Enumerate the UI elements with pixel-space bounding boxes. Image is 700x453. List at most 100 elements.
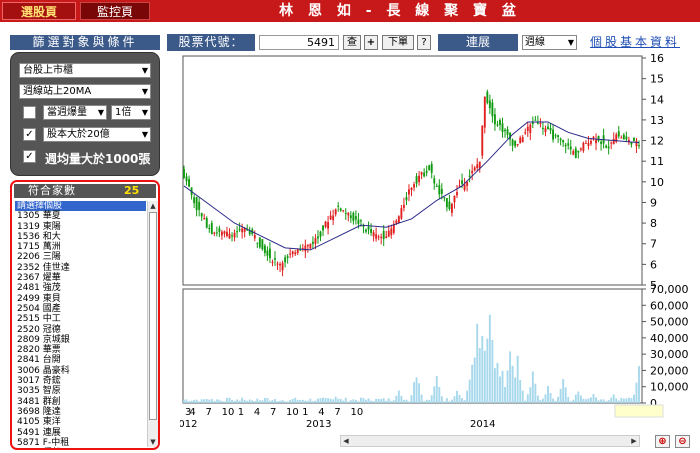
stock-list-item[interactable]: 1715 萬洲 — [15, 242, 146, 252]
stock-list-item[interactable]: 2352 佳世達 — [15, 263, 146, 273]
candle-body — [600, 141, 603, 144]
volume-bar — [372, 401, 375, 403]
candle-body — [359, 220, 362, 222]
stock-code-label: 股票代號： — [167, 34, 255, 51]
stock-list-item[interactable]: 1536 和大 — [15, 232, 146, 242]
volume-checkbox[interactable] — [23, 106, 36, 119]
volume-bar — [268, 400, 271, 403]
candle-body — [296, 249, 299, 253]
weekly-volume-checkbox[interactable]: ✓ — [23, 150, 36, 163]
candle-body — [291, 251, 294, 254]
ma-condition-select[interactable]: 週線站上20MA ▼ — [19, 84, 151, 99]
candle-body — [595, 139, 597, 144]
stock-chart[interactable]: 5 6 7 8 9 10 11 12 13 14 15 16 0 10,000 20,000 30,000 40… — [180, 53, 698, 433]
candle-body — [597, 135, 600, 141]
result-box: 符合家數 25 請選擇個股 1305 華夏 1319 東陽 1536 和大 1715 萬… — [10, 180, 160, 450]
zoom-in-icon[interactable]: ⊕ — [655, 435, 670, 448]
stock-list-item[interactable]: 1305 華夏 — [15, 211, 146, 221]
candle-body — [440, 189, 443, 194]
scroll-left-icon[interactable]: ◀ — [341, 436, 351, 446]
volume-bar — [539, 400, 542, 403]
add-button[interactable]: + — [364, 35, 378, 50]
market-select[interactable]: 台股上市櫃 ▼ — [19, 63, 151, 78]
stock-list-item[interactable]: 3017 奇鋐 — [15, 376, 146, 386]
stock-list[interactable]: 請選擇個股 1305 華夏 1319 東陽 1536 和大 1715 萬洲 2206 三陽… — [15, 201, 146, 449]
scroll-down-icon[interactable]: ▼ — [148, 437, 158, 447]
candle-body — [541, 127, 544, 129]
capital-select[interactable]: 股本大於20億 ▼ — [43, 127, 151, 142]
stock-list-item[interactable]: 2520 冠德 — [15, 325, 146, 335]
stock-list-item[interactable]: 2367 燿華 — [15, 273, 146, 283]
candle-body — [271, 261, 274, 263]
stock-code-input[interactable] — [259, 35, 339, 50]
stock-list-scrollbar[interactable]: ▲ ▼ — [147, 201, 158, 447]
candle-body — [210, 223, 213, 234]
volume-bar — [610, 397, 613, 403]
stock-list-item[interactable]: 2504 國產 — [15, 304, 146, 314]
stock-list-item[interactable]: 1319 東陽 — [15, 222, 146, 232]
help-button[interactable]: ? — [417, 35, 431, 50]
stock-list-item[interactable]: 3035 智原 — [15, 386, 146, 396]
stock-list-item[interactable]: 2841 台開 — [15, 355, 146, 365]
stock-list-item[interactable]: 6147 頎邦 — [15, 448, 146, 449]
volume-bar — [311, 401, 314, 403]
basic-info-link[interactable]: 個股基本資料 — [590, 34, 697, 51]
scroll-thumb[interactable] — [149, 212, 157, 420]
scroll-right-icon[interactable]: ▶ — [629, 436, 639, 446]
stock-list-item[interactable]: 2820 華票 — [15, 345, 146, 355]
volume-bar — [597, 400, 600, 403]
volume-bar — [529, 387, 532, 403]
zoom-out-icon[interactable]: ⊖ — [675, 435, 690, 448]
candle-body — [372, 232, 375, 237]
candle-body — [415, 176, 418, 184]
volume-bar — [286, 401, 289, 403]
price-tick-label: 8 — [650, 217, 657, 230]
volume-bar — [329, 398, 332, 403]
chart-toolbar: 股票代號： 查 + 下單 ? 連展 週線 ▼ 個股基本資料 — [167, 34, 697, 51]
candle-body — [577, 150, 580, 153]
volume-bar — [218, 399, 221, 403]
order-button[interactable]: 下單 — [382, 35, 414, 50]
capital-checkbox[interactable]: ✓ — [23, 128, 36, 141]
tab-stock-select[interactable]: 選股頁 — [2, 2, 76, 20]
candle-body — [463, 184, 466, 190]
stock-list-item[interactable]: 2481 強茂 — [15, 283, 146, 293]
query-button[interactable]: 查 — [343, 35, 361, 50]
volume-bar — [499, 376, 501, 403]
volume-bar — [236, 399, 239, 403]
chart-horizontal-scrollbar[interactable]: ◀ ▶ — [340, 435, 640, 447]
candle-body — [605, 145, 608, 148]
volume-bar — [223, 401, 226, 403]
scroll-up-icon[interactable]: ▲ — [148, 201, 158, 211]
candle-body — [559, 138, 562, 141]
volume-bar — [402, 399, 405, 403]
candle-body — [349, 215, 352, 219]
candle-body — [493, 114, 496, 125]
candle-body — [241, 228, 244, 233]
stock-list-item[interactable]: 2206 三陽 — [15, 252, 146, 262]
stock-list-item[interactable]: 2515 中工 — [15, 314, 146, 324]
cursor-info-box — [614, 404, 664, 418]
volume-select[interactable]: 當週爆量 ▼ — [43, 105, 107, 120]
period-select[interactable]: 週線 ▼ — [522, 35, 577, 50]
stock-list-item[interactable]: 請選擇個股 — [15, 201, 146, 212]
candle-body — [534, 119, 537, 121]
volume-bar — [577, 391, 580, 403]
stock-list-item[interactable]: 2809 京城銀 — [15, 335, 146, 345]
volume-bar — [423, 401, 426, 403]
x-month-label: 7 — [205, 407, 211, 418]
tab-monitor[interactable]: 監控頁 — [80, 2, 150, 20]
candle-body — [286, 256, 289, 258]
stock-list-item[interactable]: 3006 晶豪科 — [15, 366, 146, 376]
stock-list-item[interactable]: 3698 隆達 — [15, 407, 146, 417]
stock-list-item[interactable]: 5871 F-中租 — [15, 438, 146, 448]
volume-bar — [208, 399, 211, 403]
stock-list-item[interactable]: 3481 群創 — [15, 397, 146, 407]
stock-list-item[interactable]: 2499 東貝 — [15, 294, 146, 304]
volume-bar — [238, 400, 241, 403]
stock-list-item[interactable]: 4105 東洋 — [15, 417, 146, 427]
stock-list-item[interactable]: 5491 連展 — [15, 428, 146, 438]
volume-bar — [352, 399, 355, 403]
candle-body — [461, 180, 464, 184]
volume-multiple-select[interactable]: 1倍 ▼ — [111, 105, 151, 120]
